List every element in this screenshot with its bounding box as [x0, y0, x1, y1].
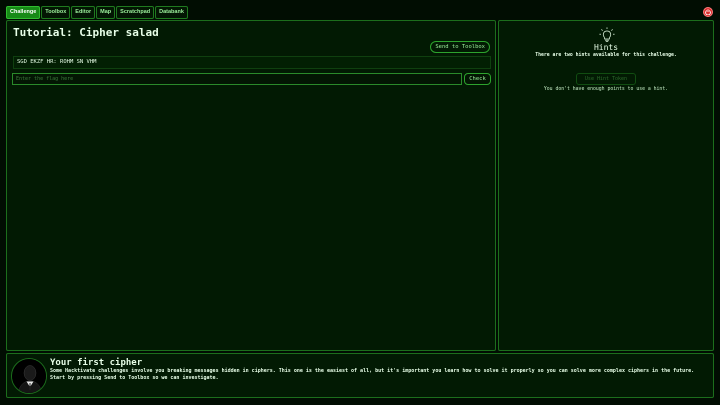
tutorial-text: Some Hacktivate challenges involve you b…	[50, 368, 695, 381]
flag-input[interactable]	[12, 73, 462, 85]
avatar	[11, 358, 47, 394]
power-icon	[705, 9, 711, 15]
hints-subtitle: There are two hints available for this c…	[535, 53, 677, 58]
check-button[interactable]: Check	[464, 73, 491, 85]
page-title: Tutorial: Cipher salad	[13, 26, 159, 39]
hints-panel: Hints There are two hints available for …	[498, 20, 714, 351]
tab-toolbox[interactable]: Toolbox	[41, 6, 71, 19]
lightbulb-icon	[599, 27, 615, 42]
tab-scratchpad[interactable]: Scratchpad	[116, 6, 155, 19]
tab-challenge[interactable]: Challenge	[6, 6, 41, 19]
cipher-text: SGD EKZF HR: ROHM SN VHM	[13, 56, 491, 69]
power-button[interactable]	[703, 7, 713, 17]
tutorial-panel: Your first cipher Some Hacktivate challe…	[6, 353, 714, 398]
hacker-avatar	[12, 359, 46, 393]
top-nav: Challenge Toolbox Editor Map Scratchpad …	[6, 6, 189, 19]
hints-title: Hints	[593, 43, 619, 52]
tab-map[interactable]: Map	[96, 6, 116, 19]
tutorial-title: Your first cipher	[50, 358, 143, 368]
challenge-panel: Tutorial: Cipher salad Send to Toolbox S…	[6, 20, 496, 351]
tab-databank[interactable]: Databank	[155, 6, 188, 19]
tab-editor[interactable]: Editor	[71, 6, 96, 19]
hints-note: You don't have enough points to use a hi…	[543, 87, 669, 92]
send-to-toolbox-button[interactable]: Send to Toolbox	[430, 41, 490, 53]
use-hint-token-button[interactable]: Use Hint Token	[576, 73, 636, 85]
